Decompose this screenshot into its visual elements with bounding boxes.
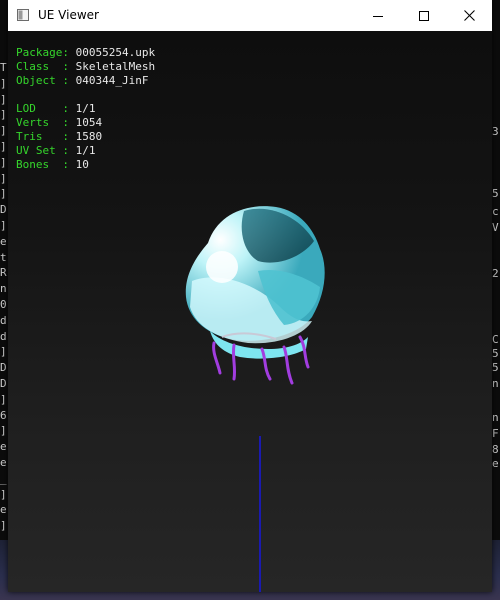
console-char: n bbox=[492, 377, 499, 390]
console-char: n bbox=[492, 411, 499, 424]
console-char: D bbox=[0, 203, 7, 217]
console-char: 6 bbox=[0, 408, 7, 422]
close-icon bbox=[463, 10, 475, 21]
console-char: D bbox=[0, 361, 7, 375]
console-char: ] bbox=[0, 155, 7, 169]
console-char: _ bbox=[0, 471, 7, 485]
console-char: ] bbox=[0, 108, 7, 122]
console-char: 0 bbox=[0, 298, 7, 311]
console-char: 8 bbox=[492, 443, 499, 456]
app-window-icon bbox=[17, 9, 29, 21]
console-char: 5 bbox=[492, 347, 499, 360]
console-char: e bbox=[0, 456, 7, 469]
console-char: d bbox=[0, 329, 7, 343]
console-char: ] bbox=[0, 171, 7, 185]
background-console-text-left: T]]]]]]]] D] e t Rn 0 d d] D D] 6] e e _] e] bbox=[0, 0, 8, 600]
console-char: d bbox=[0, 313, 7, 327]
minimize-icon bbox=[373, 15, 383, 17]
console-char: e bbox=[0, 440, 7, 454]
ue-viewer-window: UE Viewer Package: 00055254.upk Class : … bbox=[8, 0, 492, 592]
console-char: ] bbox=[0, 392, 7, 406]
maximize-icon bbox=[419, 10, 429, 21]
console-char: ] bbox=[0, 187, 7, 201]
console-char: 5 bbox=[492, 187, 499, 200]
console-char: t bbox=[0, 250, 7, 264]
console-char: n bbox=[0, 282, 7, 296]
close-button[interactable] bbox=[446, 0, 492, 31]
console-char: ] bbox=[0, 424, 7, 438]
console-char: ] bbox=[0, 519, 7, 533]
console-char: ] bbox=[0, 140, 7, 153]
console-char: 2 bbox=[492, 267, 499, 280]
console-char: C bbox=[492, 333, 499, 346]
console-char: 3 bbox=[492, 125, 499, 138]
3d-viewport[interactable]: Package: 00055254.upk Class : SkeletalMe… bbox=[8, 31, 492, 592]
console-char: T bbox=[0, 61, 7, 74]
maximize-button[interactable] bbox=[401, 0, 447, 31]
console-char: F bbox=[492, 427, 499, 440]
console-char: ] bbox=[0, 76, 7, 90]
console-char: D bbox=[0, 377, 7, 390]
console-char: c bbox=[492, 205, 499, 218]
console-char: R bbox=[0, 266, 7, 280]
console-char: ] bbox=[0, 92, 7, 106]
console-char: 5 bbox=[492, 361, 499, 374]
console-char: ] bbox=[0, 487, 7, 501]
console-char: V bbox=[492, 221, 499, 234]
console-char: e bbox=[0, 234, 7, 248]
console-char: ] bbox=[0, 124, 7, 138]
background-console-text-right: 35cV2C55nnF8e bbox=[492, 0, 500, 600]
console-char: e bbox=[0, 503, 7, 517]
minimize-button[interactable] bbox=[355, 0, 401, 31]
console-char: ] bbox=[0, 345, 7, 359]
mesh-render bbox=[185, 206, 325, 592]
window-title: UE Viewer bbox=[38, 8, 99, 22]
console-char: e bbox=[492, 457, 499, 470]
skeletal-mesh-040344-jinf bbox=[185, 206, 325, 385]
console-char: ] bbox=[0, 219, 7, 232]
title-bar[interactable]: UE Viewer bbox=[8, 0, 492, 31]
